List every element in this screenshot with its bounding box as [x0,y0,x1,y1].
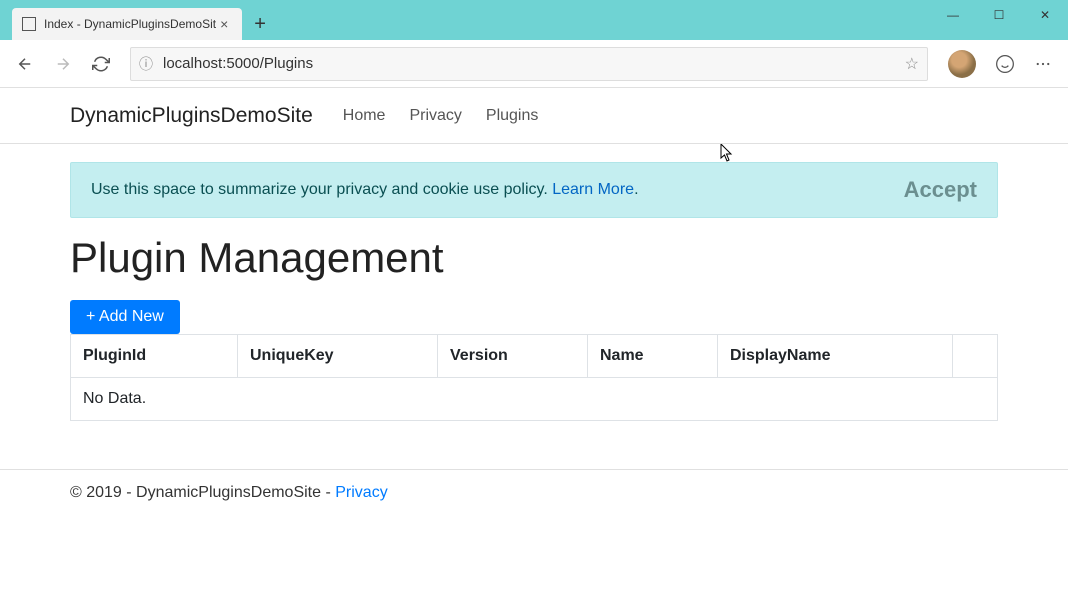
cookie-alert: Use this space to summarize your privacy… [70,162,998,218]
alert-period: . [634,181,638,198]
brand-title[interactable]: DynamicPluginsDemoSite [70,104,313,128]
col-displayname: DisplayName [718,335,953,378]
table-row: No Data. [71,378,998,421]
maximize-button[interactable]: ☐ [976,0,1022,30]
accept-button[interactable]: Accept [904,177,977,203]
nav-link-plugins[interactable]: Plugins [474,107,550,125]
page-title: Plugin Management [70,234,998,282]
minimize-button[interactable]: — [930,0,976,30]
new-tab-button[interactable]: + [242,8,278,40]
browser-toolbar: ⓘ ☆ [0,40,1068,88]
footer-text: © 2019 - DynamicPluginsDemoSite - [70,484,335,501]
col-actions [953,335,998,378]
more-icon[interactable] [1026,47,1060,81]
close-tab-icon[interactable]: × [216,16,232,32]
nav-link-home[interactable]: Home [331,107,398,125]
window-titlebar: Index - DynamicPluginsDemoSit × + — ☐ ✕ [0,0,1068,40]
url-input[interactable] [163,55,905,72]
info-icon[interactable]: ⓘ [139,54,153,74]
col-pluginid: PluginId [71,335,238,378]
nav-link-privacy[interactable]: Privacy [397,107,473,125]
alert-message: Use this space to summarize your privacy… [91,181,639,199]
add-new-button[interactable]: + Add New [70,300,180,334]
tab-title: Index - DynamicPluginsDemoSit [44,17,216,31]
close-window-button[interactable]: ✕ [1022,0,1068,30]
profile-avatar[interactable] [948,50,976,78]
address-bar[interactable]: ⓘ ☆ [130,47,928,81]
plugins-table: PluginId UniqueKey Version Name DisplayN… [70,334,998,421]
back-button[interactable] [8,47,42,81]
browser-tab[interactable]: Index - DynamicPluginsDemoSit × [12,8,242,40]
col-name: Name [588,335,718,378]
page-icon [22,17,36,31]
feedback-icon[interactable] [988,47,1022,81]
footer-privacy-link[interactable]: Privacy [335,484,387,501]
main-content: Use this space to summarize your privacy… [0,144,1068,439]
empty-cell: No Data. [71,378,998,421]
table-header-row: PluginId UniqueKey Version Name DisplayN… [71,335,998,378]
learn-more-link[interactable]: Learn More [552,181,634,198]
favorite-icon[interactable]: ☆ [905,54,919,74]
col-version: Version [438,335,588,378]
window-controls: — ☐ ✕ [930,0,1068,30]
site-footer: © 2019 - DynamicPluginsDemoSite - Privac… [0,469,1068,516]
site-navbar: DynamicPluginsDemoSite Home Privacy Plug… [0,88,1068,144]
alert-text: Use this space to summarize your privacy… [91,181,552,198]
forward-button[interactable] [46,47,80,81]
col-uniquekey: UniqueKey [238,335,438,378]
refresh-button[interactable] [84,47,118,81]
